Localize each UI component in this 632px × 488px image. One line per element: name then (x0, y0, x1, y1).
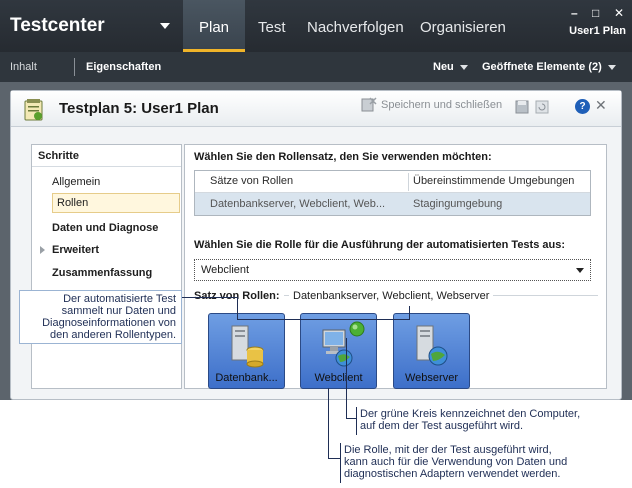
app-title: Testcenter (10, 15, 105, 36)
step-daten-diagnose[interactable]: Daten und Diagnose (52, 222, 158, 234)
role-prompt: Wählen Sie die Rolle für die Ausführung … (194, 239, 566, 251)
roleset-table: Sätze von Rollen Übereinstimmende Umgebu… (194, 170, 591, 216)
open-items-label: Geöffnete Elemente (2) (482, 61, 602, 73)
chevron-down-icon[interactable] (160, 23, 170, 29)
web-server-icon (416, 325, 448, 366)
refresh-icon[interactable] (535, 100, 549, 114)
database-server-icon (231, 325, 264, 368)
roles-content: Wählen Sie den Rollensatz, den Sie verwe… (184, 144, 607, 389)
maximize-icon[interactable]: □ (592, 6, 599, 20)
column-header-rollensaetze[interactable]: Sätze von Rollen (210, 175, 293, 187)
chevron-down-icon (607, 64, 616, 70)
role-tile-webserver[interactable]: Webserver (393, 313, 470, 389)
table-row[interactable]: Datenbankserver, Webclient, Web... Stagi… (195, 193, 590, 215)
leader-line (328, 388, 329, 458)
steps-title: Schritte (38, 150, 79, 162)
testplan-icon (24, 99, 43, 121)
callout-line: Diagnoseinformationen von (42, 317, 176, 329)
leader-line (237, 319, 409, 320)
new-menu[interactable]: Neu (433, 61, 468, 73)
column-divider (408, 173, 409, 191)
cell-umgebung: Stagingumgebung (413, 198, 503, 210)
tab-plan[interactable]: Plan (183, 0, 245, 52)
roleset-prompt: Wählen Sie den Rollensatz, den Sie verwe… (194, 151, 492, 163)
role-label-datenbank: Datenbank... (215, 372, 278, 384)
help-icon[interactable]: ? (575, 99, 590, 114)
cell-rollensatz: Datenbankserver, Webclient, Web... (210, 198, 386, 210)
callout-green-circle: Der grüne Kreis kennzeichnet den Compute… (356, 407, 618, 435)
save-close-label: Speichern und schließen (381, 99, 503, 111)
minimize-icon[interactable]: – (571, 6, 578, 20)
step-zusammenfassung[interactable]: Zusammenfassung (52, 267, 152, 279)
open-items-menu[interactable]: Geöffnete Elemente (2) (482, 61, 616, 73)
leader-line (328, 458, 340, 459)
column-header-umgebungen[interactable]: Übereinstimmende Umgebungen (413, 175, 574, 187)
step-allgemein[interactable]: Allgemein (52, 176, 100, 188)
callout-line: sammelt nur Daten und (61, 305, 176, 317)
divider (74, 58, 75, 76)
testplan-panel: Testplan 5: User1 Plan Speichern und sch… (10, 90, 622, 400)
step-erweitert[interactable]: Erweitert (52, 244, 99, 256)
role-label-webclient: Webclient (314, 372, 363, 384)
role-label-webserver: Webserver (405, 372, 458, 384)
secondary-bar: Inhalt Eigenschaften Neu Geöffnete Eleme… (0, 52, 632, 82)
satz-label: Satz von Rollen: (194, 290, 284, 302)
tab-nachverfolgen[interactable]: Nachverfolgen (307, 0, 404, 52)
callout-line: Der automatisierte Test (63, 293, 176, 305)
role-tile-webclient[interactable]: Webclient (300, 313, 377, 389)
callout-line: auf dem der Test ausgeführt wird. (360, 420, 524, 432)
role-select-value: Webclient (201, 264, 250, 276)
link-eigenschaften[interactable]: Eigenschaften (86, 61, 161, 73)
steps-nav: Schritte Allgemein Rollen Daten und Diag… (31, 144, 182, 389)
leader-line (409, 306, 410, 320)
role-tile-datenbank[interactable]: Datenbank... (208, 313, 285, 389)
callout-line: Die Rolle, mit der der Test ausgeführt w… (344, 444, 552, 456)
save-icon[interactable] (515, 100, 529, 114)
tab-organisieren[interactable]: Organisieren (420, 0, 506, 52)
top-nav-bar: Testcenter Plan Test Nachverfolgen Organ… (0, 0, 632, 52)
leader-line (182, 297, 237, 298)
close-window-icon[interactable]: ✕ (614, 6, 624, 20)
satz-value: Datenbankserver, Webclient, Webserver (289, 290, 494, 302)
leader-line (237, 297, 238, 319)
step-rollen[interactable]: Rollen (52, 193, 180, 213)
tab-test[interactable]: Test (258, 0, 286, 52)
close-icon[interactable]: ✕ (595, 97, 607, 114)
panel-header: Testplan 5: User1 Plan Speichern und sch… (11, 91, 621, 127)
callout-line: den anderen Rollentypen. (50, 329, 176, 341)
save-close-button[interactable]: Speichern und schließen (361, 97, 502, 113)
green-circle-icon (349, 321, 365, 337)
callout-role-usage: Die Rolle, mit der der Test ausgeführt w… (340, 443, 608, 483)
role-select[interactable]: Webclient (194, 259, 591, 281)
table-header: Sätze von Rollen Übereinstimmende Umgebu… (195, 171, 590, 193)
callout-line: kann auch für die Verwendung von Daten u… (344, 456, 568, 468)
link-inhalt[interactable]: Inhalt (10, 61, 37, 73)
expand-triangle-icon[interactable] (40, 246, 45, 254)
leader-line (346, 418, 356, 419)
callout-data-collection: Der automatisierte Test sammelt nur Date… (19, 290, 182, 344)
callout-line: Der grüne Kreis kennzeichnet den Compute… (360, 408, 581, 420)
divider (32, 166, 181, 167)
chevron-down-icon (459, 64, 468, 70)
chevron-down-icon (576, 268, 584, 273)
save-close-icon (361, 97, 377, 112)
new-menu-label: Neu (433, 61, 454, 73)
page-title: Testplan 5: User1 Plan (59, 100, 219, 117)
user-name: User1 Plan (569, 25, 626, 37)
callout-line: diagnostischen Adaptern verwendet werden… (344, 468, 561, 480)
leader-line (346, 338, 347, 418)
